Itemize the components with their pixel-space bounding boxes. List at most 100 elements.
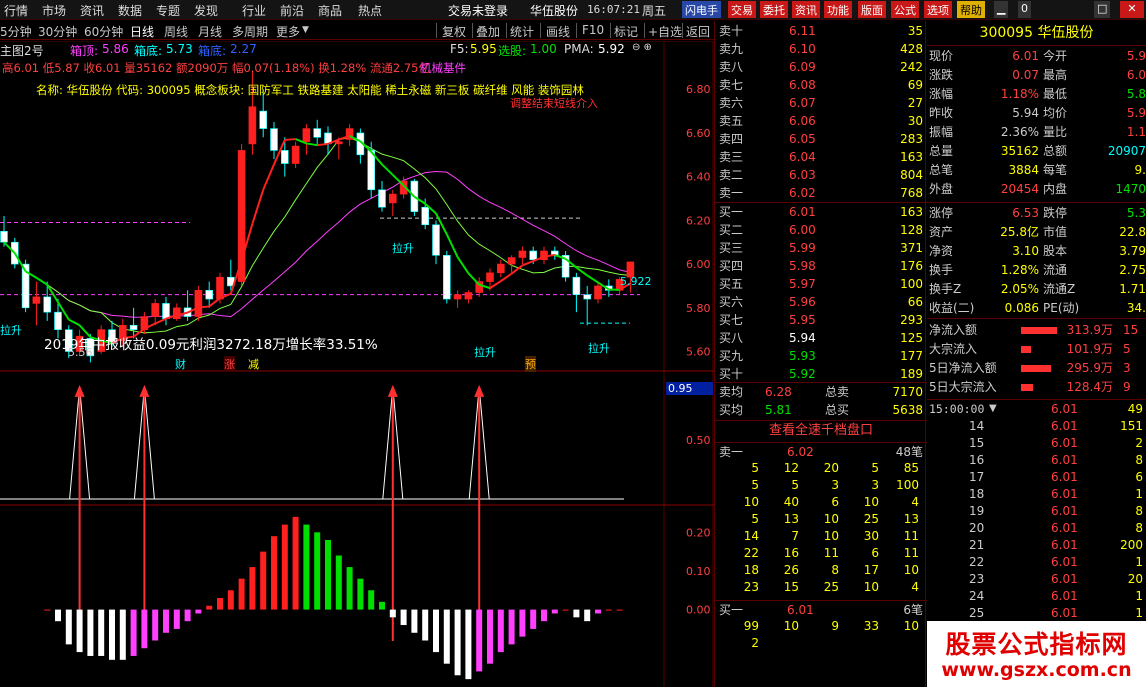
- fund-flow-extra: 9: [1123, 380, 1131, 394]
- adjust-button[interactable]: 复权: [442, 23, 466, 40]
- options-button[interactable]: 选项: [924, 1, 952, 18]
- bid-level-label: 买八: [719, 331, 744, 345]
- trade-login-status[interactable]: 交易未登录: [448, 2, 508, 19]
- histogram-bar: [551, 609, 558, 614]
- overlay-button[interactable]: 叠加: [476, 23, 500, 40]
- quote-field-label: 外盘: [929, 182, 954, 196]
- quote-field-label: 股本: [1043, 244, 1068, 258]
- period-toolbar: 5分钟 30分钟 60分钟 日线 周线 月线 多周期 更多 ▼ 复权 叠加 统计…: [0, 21, 714, 40]
- avg-bid-label: 买均: [719, 403, 744, 417]
- formula-button[interactable]: 公式: [891, 1, 919, 18]
- histogram-bar: [541, 609, 547, 622]
- tick-header-time: 15:00:00: [929, 402, 985, 416]
- flash-trade-button[interactable]: 闪电手: [682, 1, 721, 18]
- close-button[interactable]: ✕: [1120, 1, 1144, 18]
- histogram-bar: [87, 609, 94, 656]
- candle-body: [270, 128, 278, 151]
- event-financial[interactable]: 财: [175, 356, 186, 372]
- period-daily[interactable]: 日线: [130, 23, 154, 40]
- menu-item-industry[interactable]: 行业: [242, 2, 266, 19]
- stats-button[interactable]: 统计: [510, 23, 534, 40]
- histogram-bar: [184, 609, 191, 622]
- bid-level-price: 6.01: [789, 205, 816, 219]
- trade-button[interactable]: 交易: [728, 1, 756, 18]
- earnings-note: 2019年中报收益0.09元利润3272.18万增长率33.51%: [44, 337, 378, 353]
- period-60min[interactable]: 60分钟: [84, 23, 123, 40]
- period-30min[interactable]: 30分钟: [38, 23, 77, 40]
- clock: 16:07:21: [587, 3, 640, 16]
- quote-field-label: 今开: [1043, 49, 1068, 63]
- event-forecast[interactable]: 预: [525, 356, 536, 372]
- menu-item-discover[interactable]: 发现: [194, 2, 218, 19]
- histogram-bar: [584, 609, 591, 622]
- menu-item-hot[interactable]: 热点: [358, 2, 382, 19]
- ohlc-summary: 高6.01 低5.87 收6.01 量35162 额2090万 幅0.07(1.…: [2, 61, 431, 75]
- help-button[interactable]: 帮助: [957, 1, 985, 18]
- menu-item-commodity[interactable]: 商品: [318, 2, 342, 19]
- histogram-bar: [55, 609, 61, 622]
- collapse-icon[interactable]: ⊖ ⊕: [632, 42, 652, 53]
- total-ask-label: 总卖: [825, 385, 850, 399]
- tick-volume: 1: [1135, 589, 1143, 603]
- histogram-bar: [411, 609, 418, 633]
- tick-time: 17: [969, 470, 985, 484]
- layout-button[interactable]: 版面: [858, 1, 886, 18]
- quote-field-value: 1.1: [1126, 125, 1146, 139]
- candle-body: [486, 272, 494, 282]
- quote-panel: 300095 华伍股份 现价 6.01 今开 5.9 涨跌 0.07 最高 6.0 涨幅 1.18…: [927, 21, 1146, 687]
- f10-button[interactable]: F10: [582, 23, 604, 37]
- restore-button[interactable]: □: [1094, 1, 1111, 18]
- news-button[interactable]: 资讯: [792, 1, 820, 18]
- pick-label: 选股:: [498, 44, 527, 58]
- menu-item-quotes[interactable]: 行情: [4, 2, 28, 19]
- tick-time: 24: [969, 589, 985, 603]
- ask-level-volume: 283: [900, 132, 923, 146]
- more-dropdown-icon[interactable]: ▼: [302, 25, 309, 35]
- full-depth-link[interactable]: 查看全速千档盘口: [715, 422, 927, 440]
- bid-level-volume: 176: [900, 259, 923, 273]
- candle-body: [388, 193, 397, 204]
- order-button[interactable]: 委托: [760, 1, 788, 18]
- period-more[interactable]: 更多: [276, 23, 300, 40]
- tick-price: 6.01: [1051, 453, 1078, 467]
- fund-flow-value: 101.9万: [1066, 342, 1113, 356]
- mark-button[interactable]: 标记: [614, 23, 638, 40]
- box-bottom-label: 箱底:: [134, 44, 163, 58]
- menu-item-data[interactable]: 数据: [118, 2, 142, 19]
- histogram-bar: [487, 609, 493, 664]
- period-5min[interactable]: 5分钟: [0, 23, 32, 40]
- histogram-bar: [195, 609, 202, 614]
- draw-line-button[interactable]: 画线: [546, 23, 570, 40]
- ask-level-volume: 428: [900, 42, 923, 56]
- ask1-queue-cell: 8: [831, 563, 839, 577]
- indicator-name[interactable]: 主图2号: [0, 42, 44, 59]
- event-reduce[interactable]: 减: [248, 356, 259, 372]
- bid-level-volume: 125: [900, 331, 923, 345]
- histogram-bar: [519, 609, 526, 637]
- event-rise[interactable]: 涨: [224, 356, 235, 372]
- candle-body: [464, 292, 473, 300]
- menu-item-news[interactable]: 资讯: [80, 2, 104, 19]
- add-watchlist-button[interactable]: +自选: [648, 23, 682, 40]
- back-button[interactable]: 返回: [686, 23, 710, 40]
- ask1-queue-cell: 4: [911, 580, 919, 594]
- tick-filter-icon[interactable]: ▼: [989, 400, 997, 418]
- period-multi[interactable]: 多周期: [232, 23, 268, 40]
- histogram-bar: [508, 609, 515, 645]
- minimize-button[interactable]: ▁: [994, 1, 1009, 18]
- kline-chart-area[interactable]: 6.80 6.60 6.40 6.20 6.00 5.80 5.60 0.95 0.50 0.…: [0, 41, 714, 687]
- quote-field-label: 最高: [1043, 68, 1068, 82]
- ask-level-label: 卖十: [719, 24, 744, 38]
- box-top-value: 5.86: [102, 42, 129, 56]
- period-monthly[interactable]: 月线: [198, 23, 222, 40]
- menu-item-frontier[interactable]: 前沿: [280, 2, 304, 19]
- ask1-queue-cell: 5: [871, 461, 879, 475]
- menu-item-topics[interactable]: 专题: [156, 2, 180, 19]
- function-button[interactable]: 功能: [824, 1, 852, 18]
- menu-item-market[interactable]: 市场: [42, 2, 66, 19]
- ask-level-price: 6.11: [789, 24, 816, 38]
- ask1-queue-cell: 23: [743, 580, 759, 594]
- period-weekly[interactable]: 周线: [164, 23, 188, 40]
- quote-field-label: PE(动): [1043, 301, 1080, 315]
- histogram-bar: [217, 598, 223, 610]
